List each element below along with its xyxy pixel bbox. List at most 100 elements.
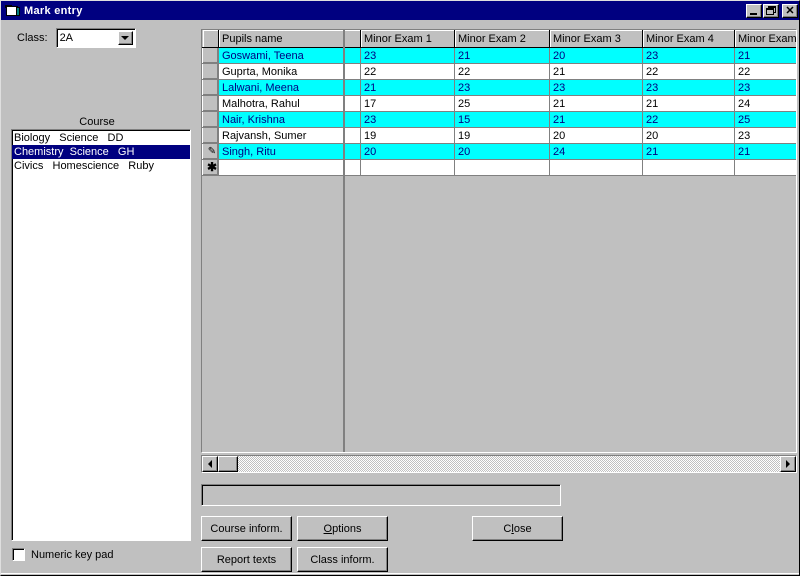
cell-pupil-name[interactable]: Lalwani, Meena bbox=[218, 79, 361, 96]
cell-minor-exam-3[interactable]: 20 bbox=[549, 47, 643, 64]
cell-pupil-name[interactable] bbox=[218, 159, 361, 176]
cell-minor-exam-2[interactable]: 25 bbox=[454, 95, 550, 112]
cell-minor-exam-3[interactable]: 21 bbox=[549, 111, 643, 128]
cell-minor-exam-1[interactable]: 19 bbox=[360, 127, 455, 144]
cell-minor-exam-5[interactable]: 21 bbox=[734, 143, 796, 160]
class-label: Class: bbox=[17, 32, 48, 44]
cell-minor-exam-4[interactable]: 21 bbox=[642, 143, 735, 160]
column-header-minor-exam-1[interactable]: Minor Exam 1 bbox=[360, 30, 455, 48]
titlebar[interactable]: Mark entry ✕ bbox=[1, 1, 799, 20]
column-header-minor-exam-5[interactable]: Minor Exam 5 bbox=[734, 30, 796, 48]
cell-minor-exam-5[interactable]: 23 bbox=[734, 127, 796, 144]
cell-pupil-name[interactable]: Rajvansh, Sumer bbox=[218, 127, 361, 144]
table-row-editing[interactable]: ✎ Singh, Ritu 20 20 24 21 21 bbox=[202, 143, 796, 160]
row-marker[interactable] bbox=[202, 79, 219, 96]
cell-minor-exam-2[interactable]: 15 bbox=[454, 111, 550, 128]
row-marker[interactable] bbox=[202, 47, 219, 64]
table-row-new[interactable]: ✱ bbox=[202, 159, 796, 176]
cell-minor-exam-2[interactable] bbox=[454, 159, 550, 176]
cell-minor-exam-1[interactable]: 20 bbox=[360, 143, 455, 160]
cell-minor-exam-5[interactable]: 24 bbox=[734, 95, 796, 112]
course-listbox[interactable]: Biology Science DD Chemistry Science GH … bbox=[11, 129, 191, 541]
cell-minor-exam-1[interactable]: 23 bbox=[360, 111, 455, 128]
cell-minor-exam-4[interactable]: 22 bbox=[642, 111, 735, 128]
course-list-item-selected[interactable]: Chemistry Science GH bbox=[12, 145, 190, 159]
table-row[interactable]: Guprta, Monika 22 22 21 22 22 bbox=[202, 63, 796, 80]
table-row[interactable]: Nair, Krishna 23 15 21 22 25 bbox=[202, 111, 796, 128]
cell-minor-exam-5[interactable]: 21 bbox=[734, 47, 796, 64]
course-list-item[interactable]: Civics Homescience Ruby bbox=[12, 159, 190, 173]
course-list-item[interactable]: Biology Science DD bbox=[12, 131, 190, 145]
cell-minor-exam-1[interactable]: 21 bbox=[360, 79, 455, 96]
column-header-minor-exam-2[interactable]: Minor Exam 2 bbox=[454, 30, 550, 48]
column-header-minor-exam-4[interactable]: Minor Exam 4 bbox=[642, 30, 735, 48]
checkbox-box[interactable] bbox=[12, 548, 25, 561]
arrow-right-icon[interactable] bbox=[780, 456, 796, 472]
row-marker-asterisk-icon[interactable]: ✱ bbox=[202, 159, 219, 176]
column-header-rowmarker[interactable] bbox=[202, 30, 219, 48]
table-row[interactable]: Malhotra, Rahul 17 25 21 21 24 bbox=[202, 95, 796, 112]
cell-minor-exam-1[interactable]: 23 bbox=[360, 47, 455, 64]
cell-minor-exam-3[interactable]: 23 bbox=[549, 79, 643, 96]
cell-minor-exam-1[interactable] bbox=[360, 159, 455, 176]
cell-minor-exam-2[interactable]: 21 bbox=[454, 47, 550, 64]
cell-minor-exam-2[interactable]: 22 bbox=[454, 63, 550, 80]
column-header-pupils-name[interactable]: Pupils name bbox=[218, 30, 361, 48]
report-texts-button[interactable]: Report texts bbox=[201, 547, 292, 572]
cell-minor-exam-5[interactable] bbox=[734, 159, 796, 176]
cell-minor-exam-4[interactable]: 21 bbox=[642, 95, 735, 112]
marks-datagrid[interactable]: Pupils name Minor Exam 1 Minor Exam 2 Mi… bbox=[201, 29, 797, 453]
cell-minor-exam-2[interactable]: 23 bbox=[454, 79, 550, 96]
cell-minor-exam-4[interactable]: 22 bbox=[642, 63, 735, 80]
cell-minor-exam-5[interactable]: 25 bbox=[734, 111, 796, 128]
form-folder-icon bbox=[5, 4, 21, 18]
row-marker-pencil-icon[interactable]: ✎ bbox=[202, 143, 219, 160]
cell-minor-exam-3[interactable] bbox=[549, 159, 643, 176]
cell-pupil-name[interactable]: Nair, Krishna bbox=[218, 111, 361, 128]
scrollbar-track[interactable] bbox=[218, 456, 780, 472]
scrollbar-thumb[interactable] bbox=[218, 456, 238, 472]
table-row[interactable]: Goswami, Teena 23 21 20 23 21 bbox=[202, 47, 796, 64]
grid-split-bar[interactable] bbox=[343, 30, 345, 452]
grid-horizontal-scrollbar[interactable] bbox=[201, 455, 797, 473]
cell-minor-exam-2[interactable]: 19 bbox=[454, 127, 550, 144]
cell-minor-exam-3[interactable]: 24 bbox=[549, 143, 643, 160]
course-inform-button[interactable]: Course inform. bbox=[201, 516, 292, 541]
arrow-left-icon[interactable] bbox=[202, 456, 218, 472]
cell-pupil-name[interactable]: Goswami, Teena bbox=[218, 47, 361, 64]
cell-pupil-name[interactable]: Guprta, Monika bbox=[218, 63, 361, 80]
grid-empty-area[interactable] bbox=[203, 203, 796, 452]
cell-minor-exam-4[interactable] bbox=[642, 159, 735, 176]
class-inform-button[interactable]: Class inform. bbox=[297, 547, 388, 572]
cell-pupil-name[interactable]: Singh, Ritu bbox=[218, 143, 361, 160]
cell-minor-exam-5[interactable]: 23 bbox=[734, 79, 796, 96]
row-marker[interactable] bbox=[202, 127, 219, 144]
cell-minor-exam-2[interactable]: 20 bbox=[454, 143, 550, 160]
minimize-button[interactable] bbox=[746, 3, 762, 18]
cell-minor-exam-5[interactable]: 22 bbox=[734, 63, 796, 80]
class-combobox[interactable]: 2A bbox=[55, 28, 136, 48]
close-form-button[interactable]: Cl ose bbox=[472, 516, 563, 541]
row-marker[interactable] bbox=[202, 95, 219, 112]
row-marker[interactable] bbox=[202, 63, 219, 80]
status-text-field[interactable] bbox=[201, 484, 561, 506]
table-row[interactable]: Lalwani, Meena 21 23 23 23 23 bbox=[202, 79, 796, 96]
row-marker[interactable] bbox=[202, 111, 219, 128]
cell-minor-exam-4[interactable]: 23 bbox=[642, 47, 735, 64]
cell-pupil-name[interactable]: Malhotra, Rahul bbox=[218, 95, 361, 112]
cell-minor-exam-3[interactable]: 20 bbox=[549, 127, 643, 144]
cell-minor-exam-1[interactable]: 22 bbox=[360, 63, 455, 80]
chevron-down-icon[interactable] bbox=[117, 31, 133, 45]
cell-minor-exam-4[interactable]: 20 bbox=[642, 127, 735, 144]
options-button[interactable]: Options bbox=[297, 516, 388, 541]
numeric-keypad-checkbox[interactable]: Numeric key pad bbox=[12, 548, 114, 561]
table-row[interactable]: Rajvansh, Sumer 19 19 20 20 23 bbox=[202, 127, 796, 144]
close-label-pre: C bbox=[503, 522, 512, 535]
restore-button[interactable] bbox=[763, 3, 779, 18]
cell-minor-exam-3[interactable]: 21 bbox=[549, 95, 643, 112]
close-button[interactable]: ✕ bbox=[782, 3, 798, 18]
cell-minor-exam-3[interactable]: 21 bbox=[549, 63, 643, 80]
column-header-minor-exam-3[interactable]: Minor Exam 3 bbox=[549, 30, 643, 48]
cell-minor-exam-1[interactable]: 17 bbox=[360, 95, 455, 112]
cell-minor-exam-4[interactable]: 23 bbox=[642, 79, 735, 96]
